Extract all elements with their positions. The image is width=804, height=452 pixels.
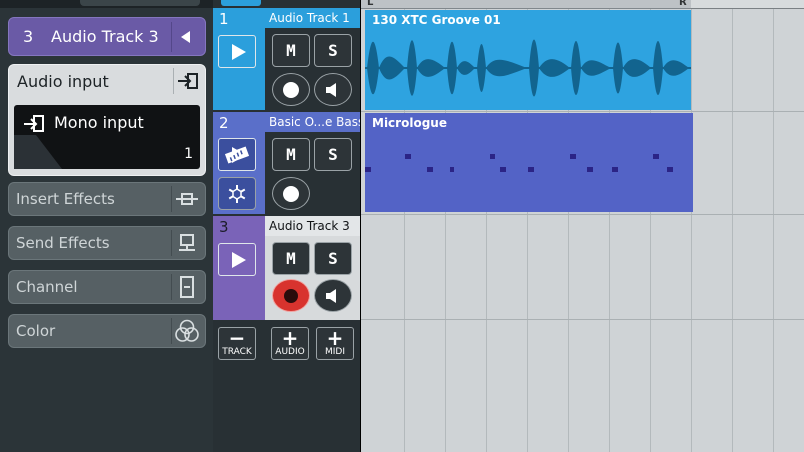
speaker-icon (326, 288, 336, 303)
channel-icon (171, 274, 201, 300)
grid-line (691, 9, 692, 452)
selector-bevel (14, 135, 62, 169)
timeline-ruler[interactable]: L R (361, 0, 804, 9)
color-circles-icon (171, 318, 201, 344)
audio-input-label: Audio input (17, 72, 109, 91)
add-midi-track-button[interactable]: + MIDI (316, 327, 354, 360)
track-list: 1 Audio Track 1 M S 2 Basic O...e Bass M… (213, 0, 360, 452)
record-enable-button[interactable] (272, 279, 310, 312)
mono-input-icon (24, 115, 44, 132)
track-row-1[interactable]: 1 Audio Track 1 M S (213, 8, 360, 110)
inspector-top-strip (0, 0, 213, 8)
freeze-button[interactable] (218, 177, 256, 210)
monitor-play-button[interactable] (218, 35, 256, 68)
send-effects-section[interactable]: Send Effects (8, 226, 206, 260)
midi-note (500, 167, 506, 172)
track-name: Audio Track 3 (265, 216, 360, 236)
solo-button[interactable]: S (314, 138, 352, 171)
add-audio-track-button[interactable]: + AUDIO (271, 327, 309, 360)
channel-section[interactable]: Channel (8, 270, 206, 304)
add-track-bar: − TRACK + AUDIO + MIDI (213, 320, 360, 364)
audio-event[interactable]: 130 XTC Groove 01 (365, 10, 691, 110)
track-number: 3 (219, 218, 229, 236)
send-effects-label: Send Effects (16, 234, 110, 252)
snowflake-icon (228, 184, 246, 203)
remove-track-button[interactable]: − TRACK (218, 327, 256, 360)
insert-effects-section[interactable]: Insert Effects (8, 182, 206, 216)
lane-separator (361, 319, 804, 320)
track-name: Audio Track 1 (265, 8, 360, 28)
midi-note (365, 167, 371, 172)
solo-button[interactable]: S (314, 34, 352, 67)
mute-button[interactable]: M (272, 242, 310, 275)
selected-input-value: Mono input (54, 113, 144, 132)
record-enable-button[interactable] (272, 73, 310, 106)
event-title: 130 XTC Groove 01 (372, 13, 501, 27)
monitor-play-button[interactable] (218, 243, 256, 276)
collapse-arrow-icon[interactable] (171, 22, 199, 52)
input-channel-count: 1 (184, 146, 193, 162)
remove-track-label: TRACK (222, 347, 252, 357)
inspector-track-header[interactable]: 3 Audio Track 3 (8, 17, 206, 56)
mute-button[interactable]: M (272, 34, 310, 67)
plus-icon: + (281, 326, 299, 350)
input-routing-icon[interactable] (173, 68, 201, 94)
scroll-handle[interactable] (80, 0, 200, 6)
track-number: 2 (219, 114, 229, 132)
inspector-track-name: Audio Track 3 (51, 27, 159, 46)
track-name: Basic O...e Bass (265, 112, 360, 132)
midi-note (490, 154, 495, 159)
monitor-speaker-button[interactable] (314, 279, 352, 312)
track-list-top-handle[interactable] (221, 0, 261, 6)
midi-note (667, 167, 673, 172)
grid-line (732, 9, 733, 452)
inspector-track-number: 3 (23, 27, 34, 46)
add-midi-label: MIDI (324, 347, 345, 357)
midi-note (570, 154, 576, 159)
record-dot-icon (283, 81, 299, 98)
record-dot-icon (284, 288, 298, 303)
track-number: 1 (219, 10, 229, 28)
arrange-window[interactable]: L R 130 XTC Groove 01 Micrologue (361, 0, 804, 452)
grid-line (773, 9, 774, 452)
midi-note (427, 167, 433, 172)
minus-icon: − (228, 326, 246, 350)
waveform (365, 39, 691, 97)
color-label: Color (16, 322, 56, 340)
color-section[interactable]: Color (8, 314, 206, 348)
midi-note (587, 167, 593, 172)
track-row-2[interactable]: 2 Basic O...e Bass M S (213, 112, 360, 214)
record-dot-icon (283, 185, 299, 202)
insert-effects-label: Insert Effects (16, 190, 115, 208)
solo-button[interactable]: S (314, 242, 352, 275)
speaker-icon (326, 82, 336, 97)
lane-separator (361, 111, 804, 112)
record-enable-button[interactable] (272, 177, 310, 210)
add-audio-label: AUDIO (275, 347, 305, 357)
audio-input-section: Audio input Mono input 1 (8, 64, 206, 176)
midi-note (405, 154, 411, 159)
audio-input-selector[interactable]: Mono input 1 (14, 105, 200, 169)
event-title: Micrologue (372, 116, 447, 130)
mute-button[interactable]: M (272, 138, 310, 171)
plus-icon: + (326, 326, 344, 350)
insert-effects-icon (171, 186, 201, 212)
midi-note (528, 167, 534, 172)
midi-note (450, 167, 454, 172)
keyboard-instrument-icon (224, 146, 250, 164)
locator-range (361, 0, 691, 9)
monitor-speaker-button[interactable] (314, 73, 352, 106)
send-effects-icon (171, 230, 201, 256)
inspector-panel: 3 Audio Track 3 Audio input Mono input 1… (0, 0, 213, 452)
channel-label: Channel (16, 278, 78, 296)
midi-note (653, 154, 659, 159)
lane-separator (361, 214, 804, 215)
track-row-3[interactable]: 3 Audio Track 3 M S (213, 216, 360, 320)
midi-note (612, 167, 618, 172)
midi-event[interactable]: Micrologue (365, 113, 693, 212)
